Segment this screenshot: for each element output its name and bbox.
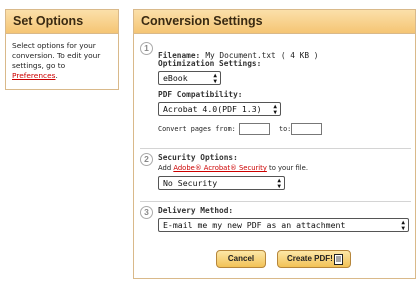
conversion-settings-title: Conversion Settings xyxy=(134,10,415,34)
select-arrows-icon: ▲ ▼ xyxy=(213,72,217,85)
section-divider xyxy=(140,201,411,202)
security-help: Add Adobe® Acrobat® Security to your fil… xyxy=(158,164,308,172)
step-number-3: 3 xyxy=(140,206,153,219)
security-select[interactable]: No Security ▲ ▼ xyxy=(158,176,285,190)
compatibility-select[interactable]: Acrobat 4.0(PDF 1.3) ▲ ▼ xyxy=(158,102,281,116)
delivery-label: Delivery Method: xyxy=(158,206,234,215)
file-size: ( 4 KB ) xyxy=(280,51,319,60)
cancel-button[interactable]: Cancel xyxy=(216,250,266,268)
delivery-select[interactable]: E-mail me my new PDF as an attachment ▲ ▼ xyxy=(158,218,409,232)
section-delivery: 3 Delivery Method: E-mail me my new PDF … xyxy=(140,206,411,236)
step-number-1: 1 xyxy=(140,42,153,55)
optimization-label: Optimization Settings: xyxy=(158,59,262,68)
pages-to-input[interactable] xyxy=(291,123,322,135)
compatibility-value: Acrobat 4.0(PDF 1.3) xyxy=(163,104,262,114)
pages-from-label: Convert pages from: xyxy=(158,125,236,133)
compatibility-label: PDF Compatibility: xyxy=(158,90,243,99)
section-security: 2 Security Options: Add Adobe® Acrobat® … xyxy=(140,153,411,193)
create-pdf-label: Create PDF! xyxy=(287,254,333,263)
set-options-description: Select options for your conversion. To e… xyxy=(6,34,118,88)
pages-to-label: to: xyxy=(279,125,292,133)
security-value: No Security xyxy=(163,178,218,188)
acrobat-security-link[interactable]: Adobe® Acrobat® Security xyxy=(173,164,267,172)
conversion-settings-panel: Conversion Settings 1 Filename: My Docum… xyxy=(133,9,416,279)
set-options-panel: Set Options Select options for your conv… xyxy=(5,9,119,90)
preferences-link[interactable]: Preferences xyxy=(12,71,55,80)
security-help-text: Add xyxy=(158,164,174,172)
security-label: Security Options: xyxy=(158,153,238,162)
description-end: . xyxy=(55,71,58,80)
step-number-2: 2 xyxy=(140,153,153,166)
security-help-end: to your file. xyxy=(266,164,308,172)
delivery-value: E-mail me my new PDF as an attachment xyxy=(163,220,346,230)
optimization-value: eBook xyxy=(163,73,188,83)
create-pdf-button[interactable]: Create PDF! xyxy=(277,250,351,268)
set-options-title: Set Options xyxy=(6,10,118,34)
section-options: 1 Filename: My Document.txt ( 4 KB ) Opt… xyxy=(140,42,411,142)
optimization-select[interactable]: eBook ▲ ▼ xyxy=(158,71,221,85)
select-arrows-icon: ▲ ▼ xyxy=(401,219,405,232)
pages-from-input[interactable] xyxy=(239,123,270,135)
select-arrows-icon: ▲ ▼ xyxy=(277,177,281,190)
description-text: Select options for your conversion. To e… xyxy=(12,41,101,70)
section-divider xyxy=(140,148,411,149)
select-arrows-icon: ▲ ▼ xyxy=(273,103,277,116)
pdf-document-icon xyxy=(334,254,343,265)
